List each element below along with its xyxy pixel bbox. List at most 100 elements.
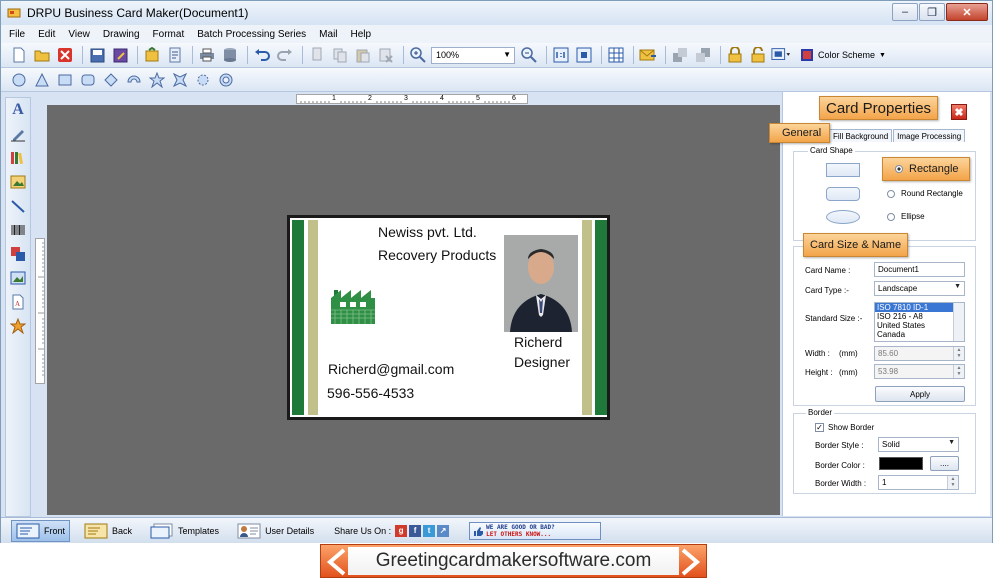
ellipse-tool[interactable] xyxy=(9,70,29,90)
border-color-swatch[interactable] xyxy=(879,457,923,470)
bring-forward-button[interactable] xyxy=(670,45,690,65)
export-button[interactable] xyxy=(142,45,162,65)
card-person-role[interactable]: Designer xyxy=(514,354,570,370)
save-as-button[interactable] xyxy=(110,45,130,65)
back-button[interactable]: Back xyxy=(80,520,136,542)
tab-fill-background[interactable]: Fill Background xyxy=(829,129,893,142)
tab-image-processing[interactable]: Image Processing xyxy=(893,129,966,142)
standard-size-item[interactable]: Canada xyxy=(875,330,964,339)
apply-button[interactable]: Apply xyxy=(875,386,965,402)
show-border-checkbox[interactable]: ✓ xyxy=(815,423,824,432)
card-company-name[interactable]: Newiss pvt. Ltd. xyxy=(378,224,477,240)
menu-batch-processing[interactable]: Batch Processing Series xyxy=(197,29,306,40)
new-button[interactable] xyxy=(9,45,29,65)
triangle-tool[interactable] xyxy=(32,70,52,90)
standard-size-list[interactable]: ISO 7810 ID-1 ISO 216 - A8 United States… xyxy=(874,302,965,342)
height-input[interactable]: 53.98 ▲ ▼ xyxy=(874,364,965,379)
user-details-button[interactable]: User Details xyxy=(233,520,318,542)
diamond-tool[interactable] xyxy=(101,70,121,90)
card-photo[interactable] xyxy=(504,235,578,332)
library-tool[interactable] xyxy=(6,146,30,170)
line-tool[interactable] xyxy=(6,194,30,218)
fit-page-button[interactable] xyxy=(574,45,594,65)
ellipse-radio[interactable] xyxy=(887,212,895,221)
menu-format[interactable]: Format xyxy=(153,29,185,40)
feedback-button[interactable]: WE ARE GOOD OR BAD? LET OTHERS KNOW... xyxy=(469,521,602,540)
card-tagline[interactable]: Recovery Products xyxy=(378,247,496,263)
border-style-select[interactable]: Solid ▼ xyxy=(878,437,959,452)
rectangle-option[interactable]: Rectangle xyxy=(882,157,970,181)
card-type-select[interactable]: Landscape ▼ xyxy=(874,281,965,296)
close-document-button[interactable] xyxy=(55,45,75,65)
ellipse-option[interactable]: Ellipse xyxy=(887,212,925,221)
send-backward-button[interactable] xyxy=(693,45,713,65)
redo-button[interactable] xyxy=(275,45,295,65)
zoom-in-button[interactable] xyxy=(408,45,428,65)
unlock-button[interactable] xyxy=(748,45,768,65)
cut-button[interactable] xyxy=(307,45,327,65)
front-button[interactable]: Front xyxy=(11,519,71,542)
zoom-out-button[interactable] xyxy=(519,45,539,65)
open-button[interactable] xyxy=(32,45,52,65)
paste-button[interactable] xyxy=(353,45,373,65)
menu-mail[interactable]: Mail xyxy=(319,29,337,40)
watermark-tool[interactable] xyxy=(6,242,30,266)
symbol-tool[interactable] xyxy=(6,314,30,338)
standard-size-item[interactable]: United States xyxy=(875,321,964,330)
arc-tool[interactable] xyxy=(124,70,144,90)
panel-close-button[interactable]: ✖ xyxy=(951,104,967,120)
tab-general[interactable]: General xyxy=(769,123,831,143)
zoom-select[interactable]: 100% ▼ xyxy=(431,46,515,64)
border-color-button[interactable]: .... xyxy=(930,456,959,471)
flower-shape-tool[interactable] xyxy=(216,70,236,90)
rectangle-radio[interactable] xyxy=(895,165,903,173)
card-person-name[interactable]: Richerd xyxy=(514,334,562,350)
gear-shape-tool[interactable] xyxy=(193,70,213,90)
menu-view[interactable]: View xyxy=(68,29,90,40)
pdf-tool[interactable]: A xyxy=(6,290,30,314)
close-button[interactable]: ✕ xyxy=(946,3,988,21)
lock-button[interactable] xyxy=(725,45,745,65)
star-tool[interactable] xyxy=(147,70,167,90)
copy-button[interactable] xyxy=(330,45,350,65)
maximize-button[interactable]: ❐ xyxy=(919,3,945,21)
barcode-tool[interactable] xyxy=(6,218,30,242)
color-scheme-button[interactable]: Color Scheme xyxy=(818,50,875,60)
design-canvas[interactable]: Newiss pvt. Ltd. Recovery Products Riche… xyxy=(47,105,780,515)
round-rectangle-radio[interactable] xyxy=(887,189,895,198)
google-plus-icon[interactable]: g xyxy=(395,524,408,537)
standard-size-item[interactable]: ISO 7810 ID-1 xyxy=(875,303,964,312)
pen-tool[interactable] xyxy=(6,122,30,146)
grid-button[interactable] xyxy=(606,45,626,65)
menu-help[interactable]: Help xyxy=(351,29,372,40)
share-icon[interactable]: ↗ xyxy=(437,524,450,537)
burst-tool[interactable] xyxy=(170,70,190,90)
show-border-option[interactable]: ✓ Show Border xyxy=(815,423,874,432)
menu-file[interactable]: File xyxy=(9,29,25,40)
twitter-icon[interactable]: t xyxy=(423,524,436,537)
card-email[interactable]: Richerd@gmail.com xyxy=(328,361,454,377)
round-rectangle-option[interactable]: Round Rectangle xyxy=(887,189,963,198)
card-phone[interactable]: 596-556-4533 xyxy=(327,385,414,401)
width-input[interactable]: 85.60 ▲ ▼ xyxy=(874,346,965,361)
undo-button[interactable] xyxy=(252,45,272,65)
list-scrollbar[interactable] xyxy=(953,303,964,341)
menu-edit[interactable]: Edit xyxy=(38,29,55,40)
border-width-input[interactable]: 1 ▲ ▼ xyxy=(878,475,959,490)
image-tool[interactable] xyxy=(6,170,30,194)
send-mail-button[interactable] xyxy=(638,45,658,65)
rectangle-tool[interactable] xyxy=(55,70,75,90)
database-button[interactable] xyxy=(220,45,240,65)
business-card[interactable]: Newiss pvt. Ltd. Recovery Products Riche… xyxy=(287,215,610,420)
minimize-button[interactable]: – xyxy=(892,3,918,21)
save-button[interactable] xyxy=(87,45,107,65)
layout-button[interactable] xyxy=(771,45,791,65)
signature-tool[interactable] xyxy=(6,266,30,290)
actual-size-button[interactable] xyxy=(551,45,571,65)
print-button[interactable] xyxy=(197,45,217,65)
factory-logo-icon[interactable] xyxy=(330,282,378,326)
menu-drawing[interactable]: Drawing xyxy=(103,29,140,40)
facebook-icon[interactable]: f xyxy=(409,524,422,537)
text-tool[interactable]: A xyxy=(6,98,30,122)
standard-size-item[interactable]: ISO 216 - A8 xyxy=(875,312,964,321)
